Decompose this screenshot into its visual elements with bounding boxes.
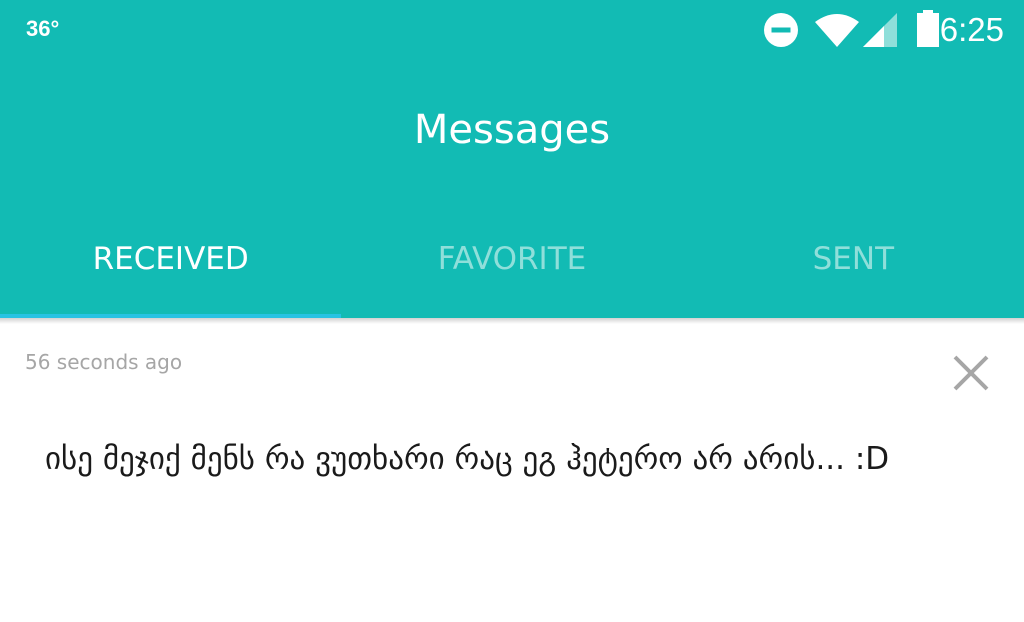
status-bar: 36° 6:25 [0, 0, 1024, 62]
wifi-icon [815, 14, 859, 47]
tab-sent[interactable]: SENT [683, 228, 1024, 318]
do-not-disturb-icon [764, 13, 798, 47]
dismiss-message-button[interactable] [948, 350, 994, 396]
page-title: Messages [413, 107, 611, 153]
app-header: 36° 6:25 Messages RECEIVED FAVORITE SENT [0, 0, 1024, 318]
message-body: ისე მეჯიქ მენს რა ვუთხარი რაც ეგ ჰეტერო … [45, 441, 890, 477]
signal-icon [863, 13, 897, 47]
tab-received[interactable]: RECEIVED [0, 228, 341, 318]
tab-favorite[interactable]: FAVORITE [341, 228, 682, 318]
status-temperature: 36° [26, 16, 60, 41]
tab-bar: RECEIVED FAVORITE SENT [0, 228, 1024, 318]
status-time: 6:25 [939, 11, 1004, 48]
message-timestamp: 56 seconds ago [25, 350, 183, 374]
battery-icon [917, 10, 939, 47]
message-card[interactable]: 56 seconds ago ისე მეჯიქ მენს რა ვუთხარი… [0, 318, 1024, 622]
close-icon [953, 355, 989, 391]
